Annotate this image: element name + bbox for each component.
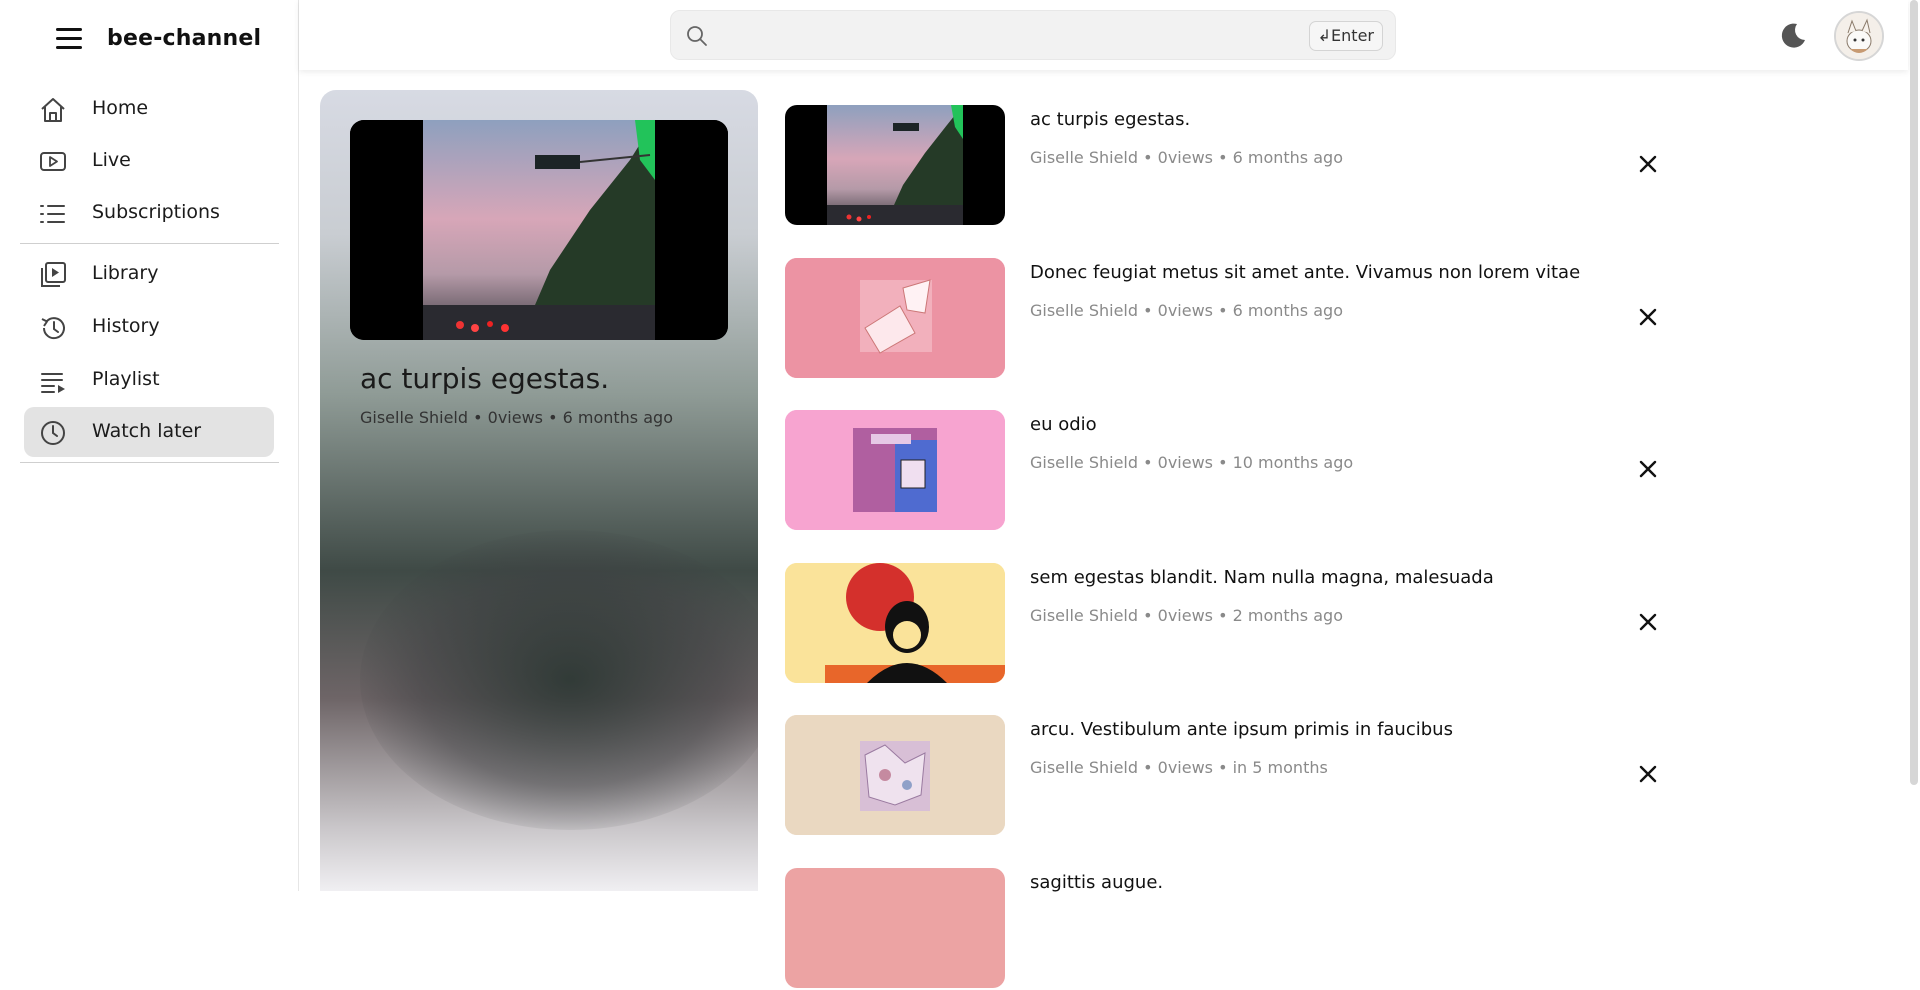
list-item: arcu. Vestibulum ante ipsum primis in fa… — [785, 715, 1685, 837]
sidebar-item-library[interactable]: Library — [24, 249, 274, 299]
sidebar-item-home[interactable]: Home — [24, 84, 274, 134]
search-icon — [687, 26, 707, 46]
list-item: eu odio Giselle Shield • 0views • 10 mon… — [785, 410, 1685, 532]
sidebar-divider — [20, 462, 279, 463]
video-title[interactable]: sagittis augue. — [1030, 872, 1163, 893]
brand-bar: bee-channel — [0, 0, 299, 80]
sidebar-divider — [20, 243, 279, 244]
video-thumbnail[interactable] — [785, 715, 1005, 835]
video-meta: Giselle Shield • 0views • 6 months ago — [1030, 148, 1343, 167]
hero-thumbnail[interactable] — [350, 120, 728, 340]
moon-icon[interactable] — [1777, 20, 1809, 52]
video-title[interactable]: Donec feugiat metus sit amet ante. Vivam… — [1030, 262, 1580, 283]
list-item: ac turpis egestas. Giselle Shield • 0vie… — [785, 105, 1685, 227]
playlist-meta: Giselle Shield • 0views • 6 months ago — [360, 408, 673, 427]
top-header: ↲Enter — [299, 0, 1908, 70]
video-thumbnail[interactable] — [785, 868, 1005, 988]
sidebar-item-history[interactable]: History — [24, 302, 274, 352]
close-icon[interactable] — [1637, 306, 1659, 328]
sidebar-item-watch-later[interactable]: Watch later — [24, 407, 274, 457]
playlist-hero-panel: ac turpis egestas. Giselle Shield • 0vie… — [320, 90, 758, 891]
app-title: bee-channel — [107, 26, 262, 51]
sidebar-item-label: History — [92, 315, 160, 337]
clock-icon — [41, 421, 65, 445]
person-illustration-image — [785, 563, 1005, 683]
avatar[interactable] — [1834, 11, 1884, 61]
road-sunset-image — [785, 105, 1005, 225]
list-item: sagittis augue. — [785, 868, 1685, 990]
sidebar-item-label: Home — [92, 97, 149, 119]
video-thumbnail[interactable] — [785, 105, 1005, 225]
sidebar-item-label: Subscriptions — [92, 201, 220, 223]
playlist-icon — [41, 373, 65, 393]
search-input[interactable] — [719, 19, 1279, 53]
video-meta: Giselle Shield • 0views • 2 months ago — [1030, 606, 1343, 625]
video-title[interactable]: sem egestas blandit. Nam nulla magna, ma… — [1030, 567, 1494, 588]
list-item: sem egestas blandit. Nam nulla magna, ma… — [785, 563, 1685, 685]
video-thumbnail[interactable] — [785, 563, 1005, 683]
scrollbar[interactable] — [1910, 0, 1918, 785]
hamburger-menu-icon[interactable] — [52, 24, 86, 54]
live-icon — [40, 152, 66, 171]
sidebar-item-label: Watch later — [92, 420, 202, 442]
home-icon — [41, 98, 65, 122]
video-meta: Giselle Shield • 0views • 10 months ago — [1030, 453, 1354, 472]
list-icon — [40, 205, 65, 223]
sidebar-item-subscriptions[interactable]: Subscriptions — [24, 188, 274, 238]
enter-key-hint[interactable]: ↲Enter — [1308, 21, 1383, 51]
close-icon[interactable] — [1637, 153, 1659, 175]
building-illustration-image — [785, 410, 1005, 530]
playlist-title: ac turpis egestas. — [360, 362, 610, 395]
video-meta: Giselle Shield • 0views • in 5 months — [1030, 758, 1328, 777]
list-item: Donec feugiat metus sit amet ante. Vivam… — [785, 258, 1685, 380]
close-icon[interactable] — [1637, 611, 1659, 633]
avatar-image — [1836, 13, 1882, 59]
video-thumbnail[interactable] — [785, 410, 1005, 530]
video-thumbnail[interactable] — [785, 258, 1005, 378]
hero-blur-backdrop — [360, 530, 758, 830]
sidebar-item-playlist[interactable]: Playlist — [24, 355, 274, 405]
sidebar-item-live[interactable]: Live — [24, 136, 274, 186]
video-title[interactable]: ac turpis egestas. — [1030, 109, 1190, 130]
video-meta: Giselle Shield • 0views • 6 months ago — [1030, 301, 1343, 320]
video-title[interactable]: arcu. Vestibulum ante ipsum primis in fa… — [1030, 719, 1453, 740]
cards-illustration-image — [785, 258, 1005, 378]
library-icon — [41, 262, 66, 287]
video-title[interactable]: eu odio — [1030, 414, 1097, 435]
pattern-illustration-image — [785, 715, 1005, 835]
close-icon[interactable] — [1637, 458, 1659, 480]
sidebar-item-label: Playlist — [92, 368, 160, 390]
sidebar-item-label: Library — [92, 262, 159, 284]
road-sunset-image — [350, 120, 728, 340]
history-icon — [41, 317, 65, 340]
close-icon[interactable] — [1637, 763, 1659, 785]
sidebar: bee-channel Home Live Subscriptions Libr… — [0, 0, 299, 891]
search-bar: ↲Enter — [670, 10, 1396, 60]
sidebar-item-label: Live — [92, 149, 131, 171]
